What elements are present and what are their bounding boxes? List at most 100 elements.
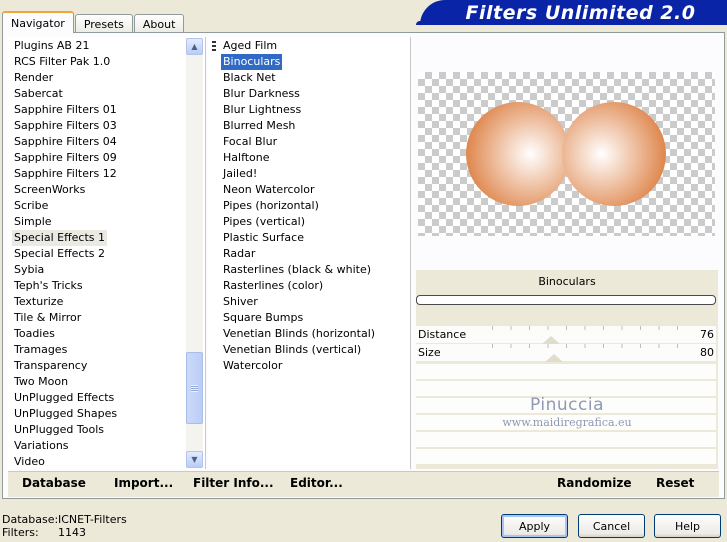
slider-ticks bbox=[492, 344, 690, 348]
size-slider[interactable]: Size 80 bbox=[416, 344, 716, 362]
filter-item[interactable]: Rasterlines (color) bbox=[221, 278, 325, 294]
filter-item[interactable]: Plastic Surface bbox=[221, 230, 306, 246]
filter-info-button[interactable]: Filter Info... bbox=[193, 476, 274, 490]
filters-count: 1143 bbox=[58, 526, 86, 539]
category-item[interactable]: Two Moon bbox=[12, 374, 70, 390]
database-button[interactable]: Database bbox=[22, 476, 86, 490]
database-info: Database: ICNET-Filters bbox=[2, 513, 127, 526]
filter-item[interactable]: Venetian Blinds (horizontal) bbox=[221, 326, 377, 342]
category-item[interactable]: ScreenWorks bbox=[12, 182, 87, 198]
category-item[interactable]: Toadies bbox=[12, 326, 57, 342]
chevron-up-icon: ▲ bbox=[191, 42, 198, 51]
category-item[interactable]: Teph's Tricks bbox=[12, 278, 85, 294]
category-item[interactable]: Tile & Mirror bbox=[12, 310, 83, 326]
filter-item[interactable]: Blur Lightness bbox=[221, 102, 303, 118]
app-title: Filters Unlimited 2.0 bbox=[465, 1, 696, 24]
filter-item[interactable]: Pipes (vertical) bbox=[221, 214, 307, 230]
editor-button[interactable]: Editor... bbox=[290, 476, 343, 490]
randomize-button[interactable]: Randomize bbox=[557, 476, 631, 490]
filter-item[interactable]: Neon Watercolor bbox=[221, 182, 317, 198]
left-lens bbox=[466, 102, 570, 206]
category-item[interactable]: Sapphire Filters 04 bbox=[12, 134, 119, 150]
reset-button[interactable]: Reset bbox=[656, 476, 694, 490]
category-item[interactable]: Sabercat bbox=[12, 86, 65, 102]
empty-param-row bbox=[416, 432, 716, 448]
cancel-button[interactable]: Cancel bbox=[578, 514, 645, 538]
filters-info: Filters: 1143 bbox=[2, 526, 86, 539]
category-item[interactable]: Texturize bbox=[12, 294, 65, 310]
filter-item[interactable]: Pipes (horizontal) bbox=[221, 198, 321, 214]
category-item[interactable]: Video bbox=[12, 454, 47, 470]
category-item[interactable]: UnPlugged Shapes bbox=[12, 406, 119, 422]
param-value: 76 bbox=[700, 328, 714, 341]
category-item[interactable]: Sapphire Filters 03 bbox=[12, 118, 119, 134]
filters-label: Filters: bbox=[2, 526, 39, 539]
param-value: 80 bbox=[700, 346, 714, 359]
filter-item[interactable]: Watercolor bbox=[221, 358, 284, 374]
category-item[interactable]: Special Effects 1 bbox=[12, 230, 108, 246]
category-item[interactable]: Simple bbox=[12, 214, 54, 230]
category-scrollbar[interactable]: ▲ ▼ bbox=[186, 38, 203, 468]
category-item[interactable]: RCS Filter Pak 1.0 bbox=[12, 54, 112, 70]
category-item[interactable]: Scribe bbox=[12, 198, 50, 214]
category-list[interactable]: Plugins AB 21 RCS Filter Pak 1.0 Render Sab… bbox=[7, 37, 206, 469]
filter-item[interactable]: Blur Darkness bbox=[221, 86, 302, 102]
filter-item[interactable]: Halftone bbox=[221, 150, 272, 166]
scroll-thumb[interactable] bbox=[186, 352, 203, 424]
category-item[interactable]: Plugins AB 21 bbox=[12, 38, 91, 54]
action-bar: Database Import... Filter Info... Editor… bbox=[8, 471, 719, 497]
slider-thumb[interactable] bbox=[545, 354, 564, 362]
category-item[interactable]: UnPlugged Effects bbox=[12, 390, 116, 406]
drag-handle-icon[interactable] bbox=[212, 41, 216, 53]
scroll-up-button[interactable]: ▲ bbox=[186, 38, 203, 55]
help-button[interactable]: Help bbox=[654, 514, 721, 538]
selected-filter-name: Binoculars bbox=[538, 275, 596, 288]
apply-button[interactable]: Apply bbox=[501, 514, 568, 538]
binoculars-preview-shape bbox=[466, 102, 666, 206]
filter-item[interactable]: Venetian Blinds (vertical) bbox=[221, 342, 363, 358]
progress-bar bbox=[416, 295, 716, 305]
database-value: ICNET-Filters bbox=[58, 513, 127, 526]
filter-item[interactable]: Blurred Mesh bbox=[221, 118, 297, 134]
tab-about[interactable]: About bbox=[133, 14, 185, 33]
category-item[interactable]: Sapphire Filters 01 bbox=[12, 102, 119, 118]
category-item[interactable]: Special Effects 2 bbox=[12, 246, 107, 262]
category-item[interactable]: Variations bbox=[12, 438, 71, 454]
param-label: Size bbox=[418, 346, 441, 359]
category-item[interactable]: UnPlugged Tools bbox=[12, 422, 106, 438]
category-item[interactable]: Sapphire Filters 12 bbox=[12, 166, 119, 182]
tab-strip: Navigator Presets About bbox=[2, 11, 185, 33]
filter-item[interactable]: Shiver bbox=[221, 294, 260, 310]
tab-presets[interactable]: Presets bbox=[74, 14, 133, 33]
slider-thumb[interactable] bbox=[542, 336, 560, 344]
filter-item[interactable]: Jailed! bbox=[221, 166, 259, 182]
filter-item[interactable]: Radar bbox=[221, 246, 257, 262]
slider-ticks bbox=[492, 326, 690, 330]
distance-slider[interactable]: Distance 76 bbox=[416, 326, 716, 344]
preview-canvas bbox=[418, 72, 715, 236]
category-item[interactable]: Tramages bbox=[12, 342, 69, 358]
param-label: Distance bbox=[418, 328, 467, 341]
grip-icon bbox=[191, 384, 198, 392]
filter-item[interactable]: Focal Blur bbox=[221, 134, 279, 150]
filter-item[interactable]: Square Bumps bbox=[221, 310, 305, 326]
database-label: Database: bbox=[2, 513, 59, 526]
filter-item[interactable]: Aged Film bbox=[221, 38, 279, 54]
empty-param-row bbox=[416, 364, 716, 380]
watermark-url: www.maidiregrafica.eu bbox=[502, 416, 632, 429]
filter-item[interactable]: Rasterlines (black & white) bbox=[221, 262, 373, 278]
category-item[interactable]: Transparency bbox=[12, 358, 89, 374]
tab-navigator[interactable]: Navigator bbox=[2, 11, 74, 33]
import-button[interactable]: Import... bbox=[114, 476, 173, 490]
filter-list[interactable]: Aged Film Binoculars Black Net Blur Darknes… bbox=[208, 37, 411, 469]
category-item[interactable]: Render bbox=[12, 70, 55, 86]
category-item[interactable]: Sybia bbox=[12, 262, 46, 278]
filter-item[interactable]: Black Net bbox=[221, 70, 278, 86]
scroll-down-button[interactable]: ▼ bbox=[186, 451, 203, 468]
category-item[interactable]: Sapphire Filters 09 bbox=[12, 150, 119, 166]
right-lens bbox=[562, 102, 666, 206]
empty-param-row bbox=[416, 449, 716, 465]
filter-item[interactable]: Binoculars bbox=[221, 54, 283, 70]
chevron-down-icon: ▼ bbox=[191, 455, 198, 464]
watermark-name: Pinuccia bbox=[530, 395, 604, 415]
